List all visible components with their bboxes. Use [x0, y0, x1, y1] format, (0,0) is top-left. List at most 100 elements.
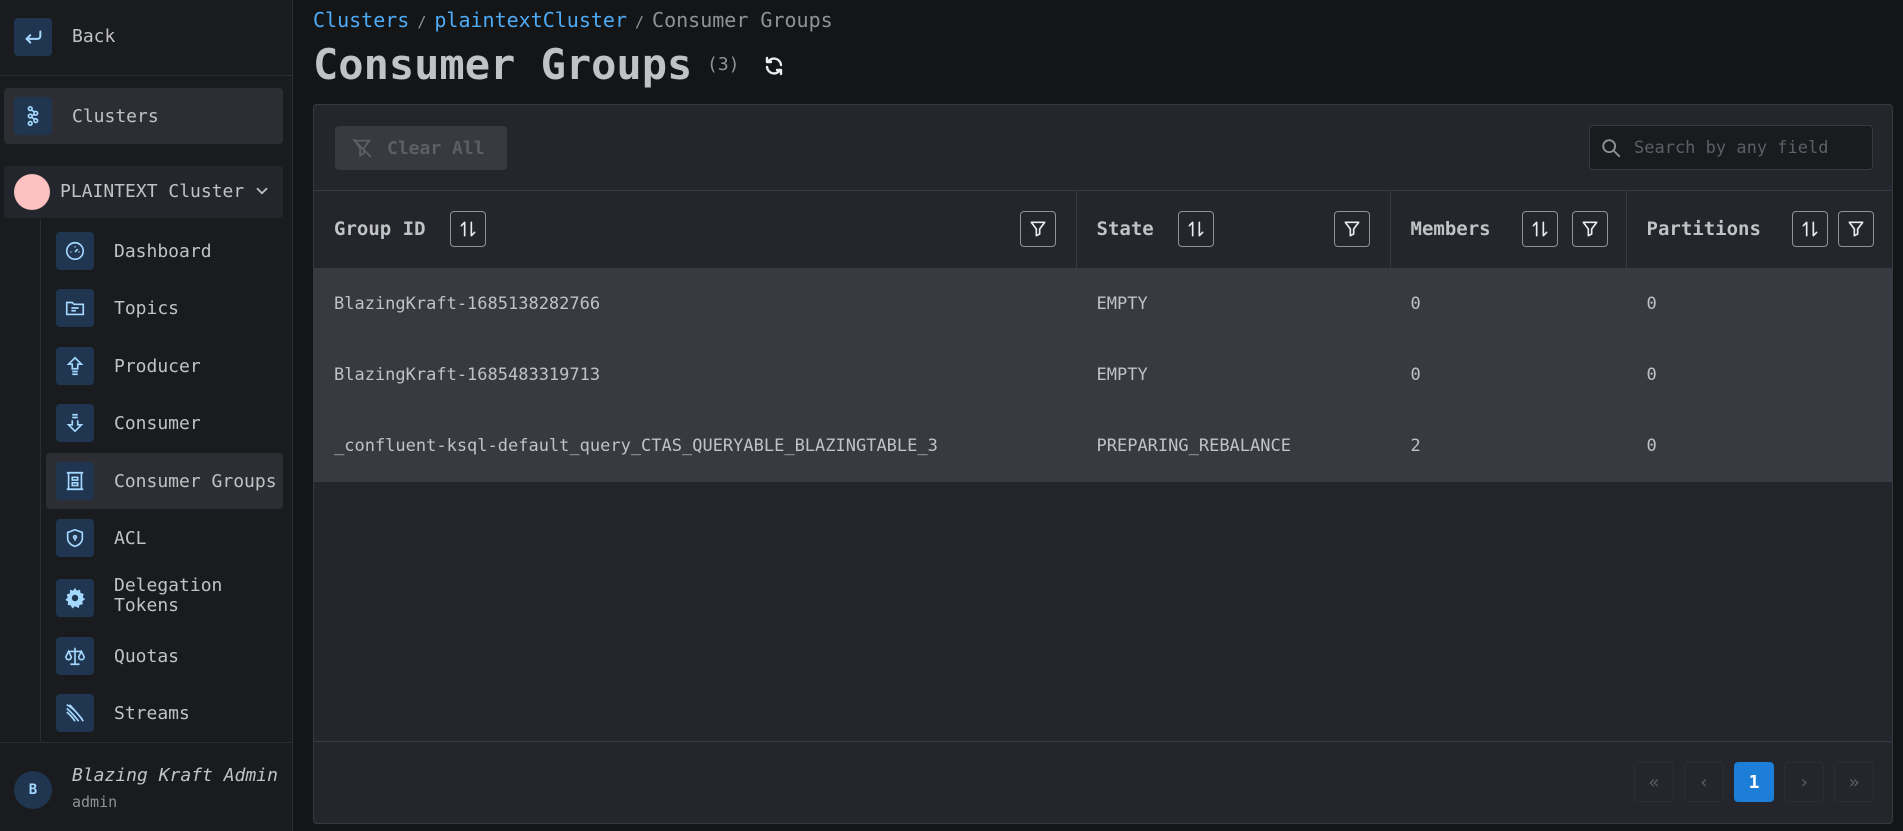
refresh-icon[interactable] [762, 54, 786, 78]
next-page-button[interactable]: › [1784, 762, 1824, 802]
column-header-members: Members [1390, 191, 1627, 269]
shield-icon [56, 519, 94, 557]
sort-icon [1188, 221, 1204, 237]
table-row[interactable]: BlazingKraft-1685138282766 EMPTY 0 0 [314, 268, 1892, 340]
gear-icon [56, 579, 94, 617]
partitions-cell: 0 [1626, 268, 1892, 340]
breadcrumb: Clusters / plaintextCluster / Consumer Group… [313, 8, 833, 32]
sidebar-item-acl[interactable]: ACL [46, 510, 283, 566]
partitions-cell: 0 [1626, 410, 1892, 482]
column-header-state: State [1076, 191, 1391, 269]
column-header-label: Group ID [334, 218, 426, 241]
sidebar-item-label: Topics [114, 298, 180, 319]
sidebar-item-clusters-label: Clusters [72, 106, 159, 127]
column-header-group-id: Group ID [314, 191, 1077, 269]
filter-button[interactable] [1333, 211, 1370, 248]
breadcrumb-cluster-link[interactable]: plaintextCluster [434, 8, 627, 32]
sidebar-item-consumer[interactable]: Consumer [46, 395, 283, 451]
clusters-icon [14, 97, 52, 135]
sort-icon [1802, 221, 1818, 237]
group-id-link[interactable]: BlazingKraft-1685483319713 [314, 339, 1077, 411]
sidebar-item-label: Streams [114, 703, 190, 724]
sidebar-item-label: Consumer [114, 413, 201, 434]
table-header-row: Group ID State Members Partitions [314, 191, 1892, 269]
sidebar-item-consumer-groups[interactable]: Consumer Groups [46, 453, 283, 509]
sidebar-item-label: Producer [114, 356, 201, 377]
sidebar-item-label: Delegation Tokens [114, 575, 223, 616]
sidebar-item-delegation-tokens[interactable]: Delegation Tokens [46, 570, 283, 626]
page-title: Consumer Groups [313, 40, 693, 89]
avatar: B [14, 771, 52, 809]
sidebar-item-label: ACL [114, 528, 147, 549]
first-page-button[interactable]: « [1634, 762, 1674, 802]
breadcrumb-current: Consumer Groups [652, 8, 833, 32]
column-header-partitions: Partitions [1626, 191, 1892, 269]
breadcrumb-separator: / [417, 13, 427, 31]
user-menu[interactable]: B Blazing Kraft Admin admin [0, 742, 292, 831]
members-cell: 0 [1390, 268, 1627, 340]
sort-button[interactable] [1177, 211, 1214, 248]
page-button-1[interactable]: 1 [1734, 762, 1774, 802]
state-cell: EMPTY [1076, 268, 1391, 340]
filter-icon [1582, 221, 1597, 237]
breadcrumb-clusters-link[interactable]: Clusters [313, 8, 409, 32]
clear-all-label: Clear All [387, 137, 485, 159]
sidebar-item-clusters[interactable]: Clusters [4, 88, 283, 144]
back-arrow-icon [14, 18, 52, 56]
sidebar-item-producer[interactable]: Producer [46, 338, 283, 394]
chevron-down-icon [256, 187, 268, 195]
producer-icon [56, 347, 94, 385]
filter-icon [1848, 221, 1864, 237]
sidebar-item-label: Consumer Groups [114, 471, 277, 492]
sidebar: Back Clusters PLAINTEXT Cluster Dashboar… [0, 0, 293, 831]
back-button[interactable]: Back [0, 0, 292, 76]
sort-button[interactable] [1792, 211, 1828, 248]
search-input[interactable] [1634, 126, 1864, 169]
table-toolbar: Clear All [314, 105, 1892, 191]
filter-off-icon [352, 138, 372, 158]
group-id-link[interactable]: _confluent-ksql-default_query_CTAS_QUERY… [314, 410, 1077, 482]
column-header-label: Members [1410, 218, 1491, 241]
scale-icon [56, 637, 94, 675]
user-role: admin [72, 793, 118, 811]
members-cell: 0 [1390, 339, 1627, 411]
search-box[interactable] [1589, 125, 1873, 170]
sort-button[interactable] [449, 211, 486, 248]
consumer-icon [56, 404, 94, 442]
sidebar-item-streams[interactable]: Streams [46, 685, 283, 741]
prev-page-button[interactable]: ‹ [1684, 762, 1724, 802]
state-cell: PREPARING_REBALANCE [1076, 410, 1391, 482]
members-cell: 2 [1390, 410, 1627, 482]
consumer-groups-table: Group ID State Members Partitions Blazin… [314, 191, 1892, 482]
cluster-selector[interactable]: PLAINTEXT Cluster [4, 166, 283, 218]
sort-icon [460, 221, 476, 237]
cluster-avatar [14, 174, 50, 210]
table-row[interactable]: BlazingKraft-1685483319713 EMPTY 0 0 [314, 339, 1892, 411]
table-row[interactable]: _confluent-ksql-default_query_CTAS_QUERY… [314, 410, 1892, 482]
filter-button[interactable] [1571, 211, 1608, 248]
filter-icon [1344, 221, 1359, 237]
group-id-link[interactable]: BlazingKraft-1685138282766 [314, 268, 1077, 340]
nav-divider [40, 220, 41, 742]
sort-button[interactable] [1521, 211, 1558, 248]
column-header-label: Partitions [1646, 218, 1761, 241]
user-name: Blazing Kraft Admin [72, 765, 278, 786]
sort-icon [1532, 221, 1547, 237]
search-icon [1602, 139, 1621, 158]
filter-button[interactable] [1019, 211, 1056, 248]
breadcrumb-separator: / [635, 13, 645, 31]
sidebar-item-dashboard[interactable]: Dashboard [46, 223, 283, 279]
sidebar-item-topics[interactable]: Topics [46, 280, 283, 336]
back-label: Back [72, 26, 116, 47]
state-cell: EMPTY [1076, 339, 1391, 411]
partitions-cell: 0 [1626, 339, 1892, 411]
filter-button[interactable] [1838, 211, 1874, 248]
clear-all-button[interactable]: Clear All [335, 126, 507, 170]
gauge-icon [56, 232, 94, 270]
sidebar-item-label: Dashboard [114, 241, 212, 262]
filter-icon [1030, 221, 1045, 237]
last-page-button[interactable]: » [1834, 762, 1874, 802]
streams-icon [56, 694, 94, 732]
sidebar-item-quotas[interactable]: Quotas [46, 628, 283, 684]
page-count: (3) [707, 54, 740, 75]
